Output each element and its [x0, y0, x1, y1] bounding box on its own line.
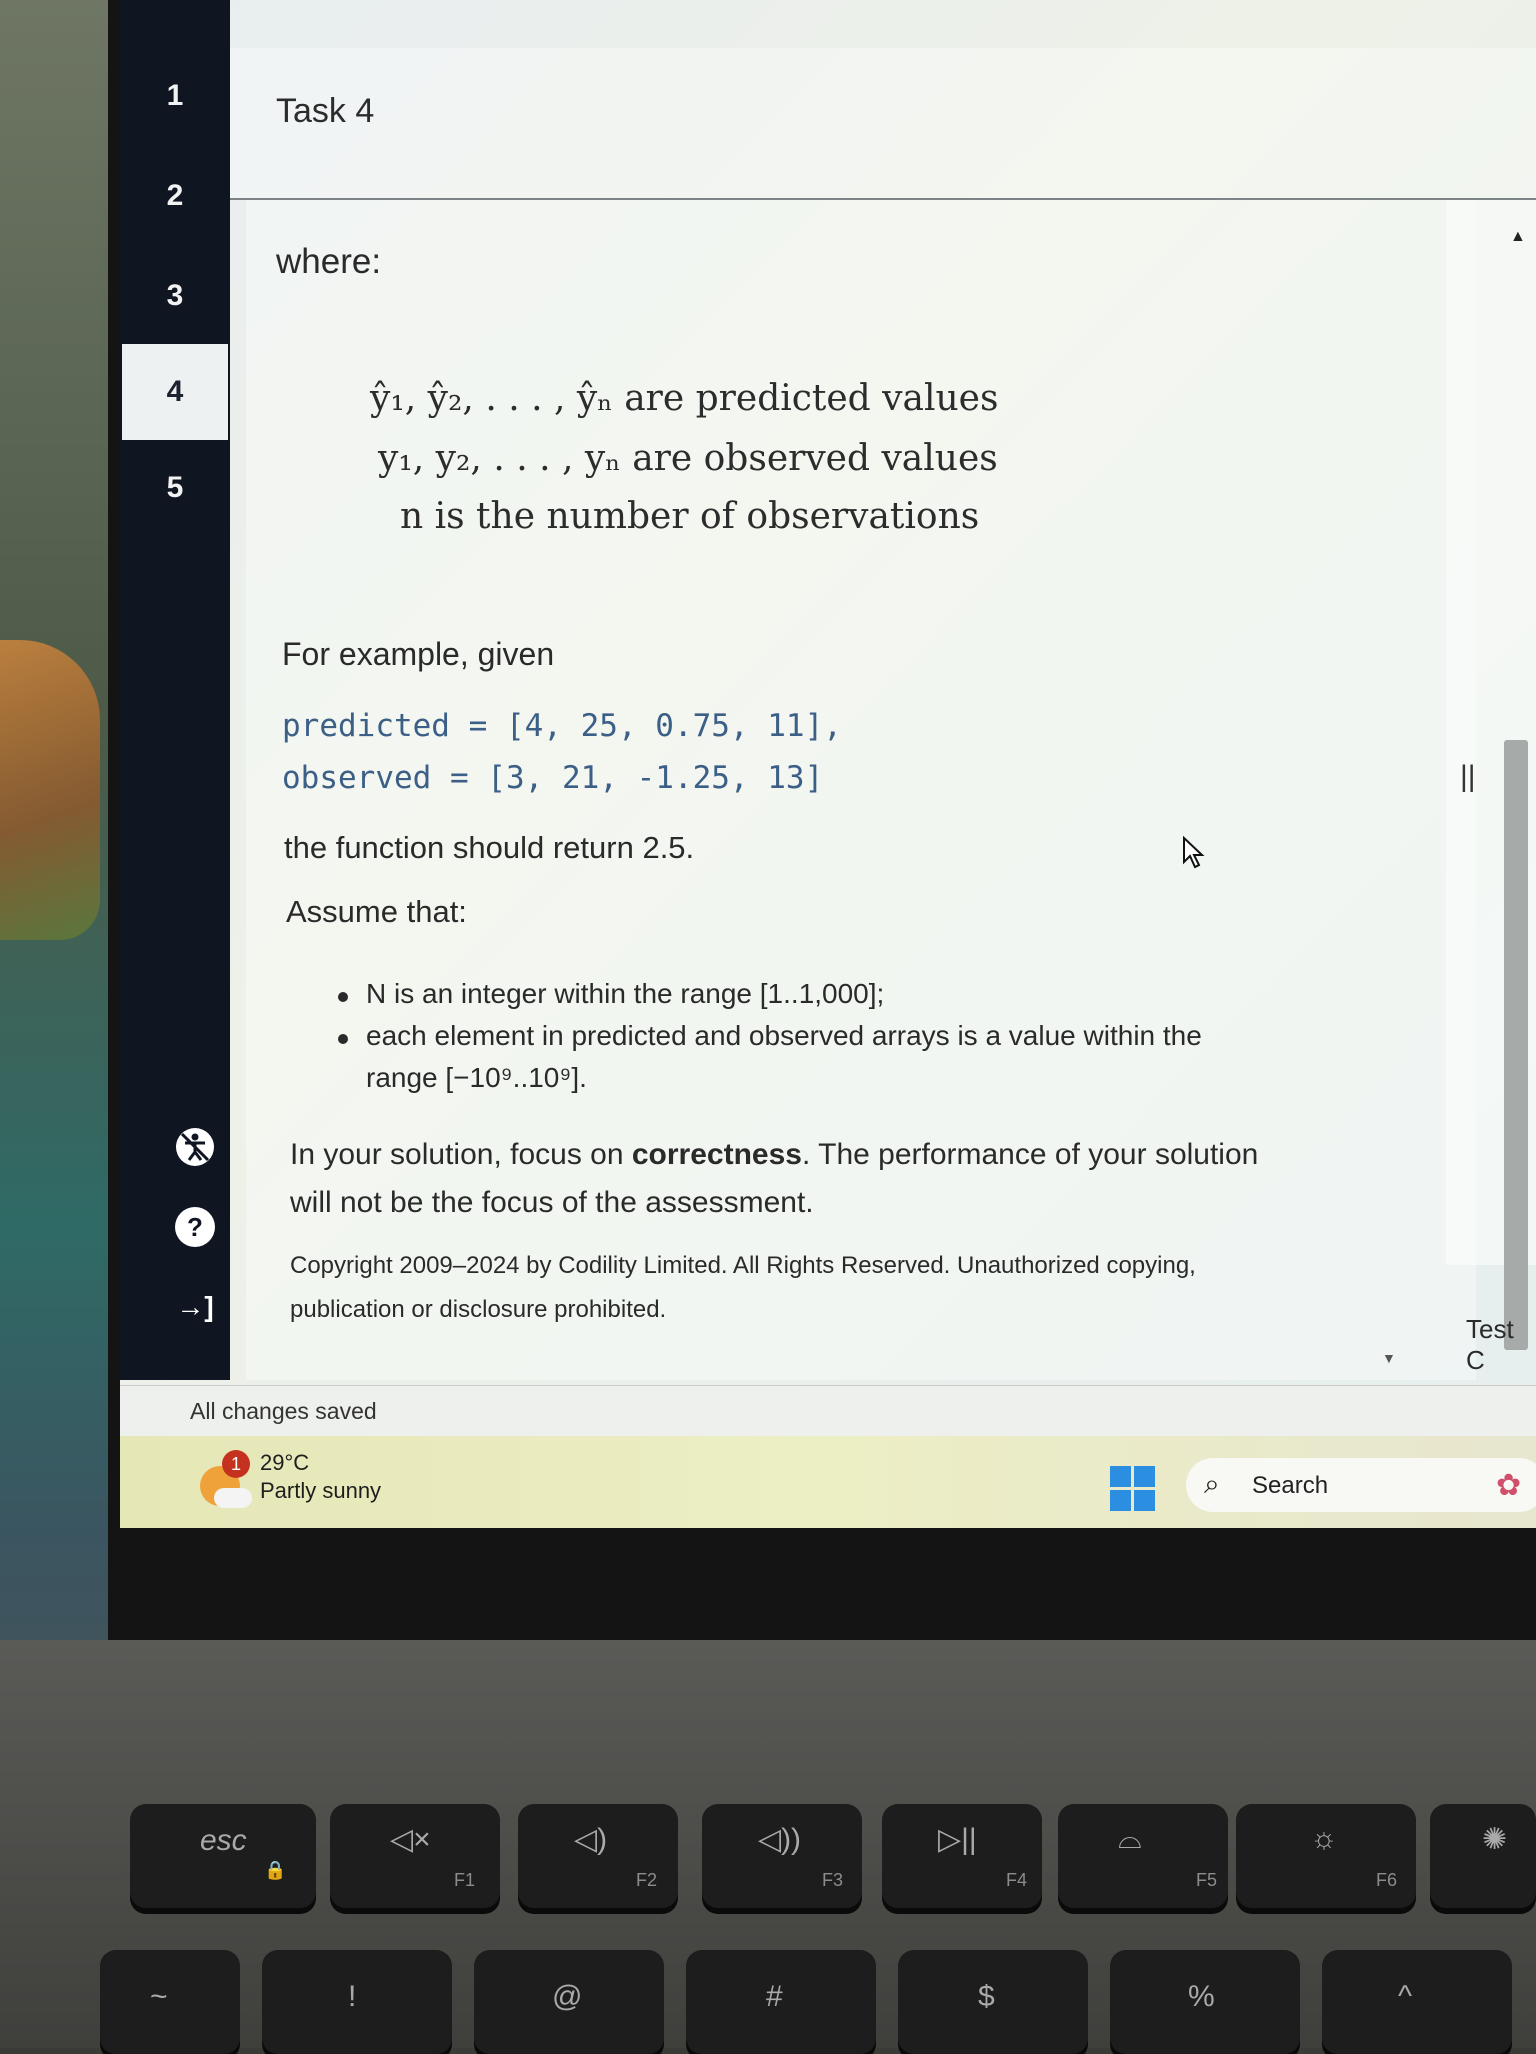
focus-note-bold: correctness [631, 1138, 802, 1171]
scrollbar-thumb[interactable] [1504, 740, 1528, 1350]
key-esc-label: esc [200, 1824, 247, 1857]
task-description: where: ŷ₁, ŷ₂, . . . , ŷₙ are predicted … [246, 200, 1476, 1380]
focus-note-pre: In your solution, focus on [290, 1138, 632, 1171]
accessibility-icon[interactable] [172, 1124, 218, 1170]
widget-flower-icon[interactable]: ✿ [1496, 1468, 1521, 1503]
key-3: # [686, 1950, 876, 2054]
key-2-label: @ [552, 1980, 583, 2013]
logout-icon[interactable]: →] [172, 1284, 218, 1330]
weather-cloud-icon [214, 1488, 252, 1508]
backlight-icon: ⌓ [1118, 1822, 1142, 1855]
key-f3-label: F3 [822, 1870, 844, 1890]
key-f3: ◁)) F3 [702, 1804, 862, 1908]
key-tilde: ~ [100, 1950, 240, 2054]
brightness-up-icon: ✺ [1482, 1823, 1508, 1856]
key-esc: esc 🔒 [130, 1804, 316, 1908]
task-tab-3[interactable]: 3 [120, 248, 230, 344]
key-2: @ [474, 1950, 664, 2054]
formula-predicted: ŷ₁, ŷ₂, . . . , ŷₙ are predicted values [370, 378, 999, 419]
scroll-down-icon[interactable]: ▼ [1382, 1350, 1396, 1366]
split-handle[interactable]: || [1460, 760, 1476, 794]
example-intro: For example, given [282, 636, 555, 672]
help-icon[interactable]: ? [172, 1204, 218, 1250]
volume-up-icon: ◁)) [758, 1823, 802, 1856]
laptop-keyboard: esc 🔒 ◁× F1 ◁) F2 ◁)) F3 ▷|| F4 ⌓ F5 ☼ F… [0, 1640, 1536, 2054]
task-nav: 1 2 3 4 5 ? →] [120, 0, 230, 1380]
mute-icon: ◁× [390, 1823, 431, 1856]
key-f1-label: F1 [454, 1870, 476, 1890]
windows-start-icon[interactable] [1110, 1466, 1156, 1512]
key-3-label: # [766, 1980, 783, 2013]
scroll-up-icon[interactable]: ▲ [1510, 228, 1526, 246]
key-5-label: % [1188, 1980, 1215, 2013]
assume-label: Assume that: [286, 894, 467, 929]
key-6-label: ^ [1398, 1980, 1413, 2013]
task-tab-4[interactable]: 4 [122, 344, 228, 440]
bullet-range-values: each element in predicted and observed a… [338, 1020, 1202, 1051]
key-f1: ◁× F1 [330, 1804, 500, 1908]
key-6: ^ [1322, 1950, 1512, 2054]
search-icon: ⌕ [1204, 1468, 1220, 1499]
search-label: Search [1252, 1472, 1329, 1499]
weather-temperature[interactable]: 29°C [260, 1450, 309, 1476]
key-f6: ☼ F6 [1236, 1804, 1416, 1908]
task-tab-5[interactable]: 5 [120, 440, 230, 536]
task-tab-2[interactable]: 2 [120, 148, 230, 244]
return-text: the function should return 2.5. [284, 830, 695, 865]
key-4: $ [898, 1950, 1088, 2054]
copyright-line1: Copyright 2009–2024 by Codility Limited.… [290, 1252, 1196, 1279]
key-f2: ◁) F2 [518, 1804, 678, 1908]
code-predicted: predicted = [4, 25, 0.75, 11], [282, 708, 842, 744]
focus-note-post: . The performance of your solution [801, 1138, 1259, 1171]
save-status: All changes saved [190, 1398, 377, 1424]
weather-badge: 1 [222, 1450, 250, 1478]
lock-icon: 🔒 [264, 1860, 287, 1880]
windows-taskbar: 1 29°C Partly sunny ⌕ Search ✿ [120, 1436, 1536, 1528]
volume-down-icon: ◁) [574, 1823, 608, 1856]
key-1-label: ! [348, 1980, 357, 2013]
key-5: % [1110, 1950, 1300, 2054]
task-title: Task 4 [276, 92, 375, 130]
key-f5-label: F5 [1196, 1870, 1218, 1890]
key-f2-label: F2 [636, 1870, 658, 1890]
key-f5: ⌓ F5 [1058, 1804, 1228, 1908]
formula-n: n is the number of observations [400, 496, 980, 537]
key-1: ! [262, 1950, 452, 2054]
mouse-cursor-icon [1182, 835, 1206, 875]
status-bar: All changes saved [120, 1385, 1536, 1442]
test-cases-tab[interactable]: Test C [1466, 1314, 1536, 1376]
focus-note-line2: will not be the focus of the assessment. [290, 1186, 814, 1219]
key-f6-label: F6 [1376, 1870, 1398, 1890]
key-f7: ✺ [1430, 1804, 1536, 1908]
key-tilde-label: ~ [150, 1980, 168, 2013]
task-tab-1[interactable]: 1 [120, 48, 230, 144]
play-pause-icon: ▷|| [938, 1823, 977, 1856]
key-f4-label: F4 [1006, 1870, 1028, 1890]
screen: 1 2 3 4 5 ? →] Task 4 where: ŷ₁, ŷ₂, . .… [120, 0, 1536, 1528]
key-f4: ▷|| F4 [882, 1804, 1042, 1908]
taskbar-search[interactable]: ⌕ Search [1186, 1458, 1536, 1512]
brightness-down-icon: ☼ [1310, 1822, 1338, 1855]
where-label: where: [276, 242, 382, 281]
bullet-range-n: N is an integer within the range [1..1,0… [337, 978, 885, 1009]
focus-note: In your solution, focus on correctness. … [290, 1138, 1258, 1172]
bullet-range-values-cont: range [−10⁹..10⁹]. [366, 1062, 587, 1093]
code-observed: observed = [3, 21, -1.25, 13] [282, 760, 824, 796]
background-object [0, 640, 100, 940]
key-4-label: $ [978, 1980, 995, 2013]
formula-observed: y₁, y₂, . . . , yₙ are observed values [378, 438, 998, 479]
task-header: Task 4 [230, 48, 1536, 200]
copyright-line2: publication or disclosure prohibited. [290, 1296, 667, 1323]
weather-condition[interactable]: Partly sunny [260, 1478, 381, 1504]
